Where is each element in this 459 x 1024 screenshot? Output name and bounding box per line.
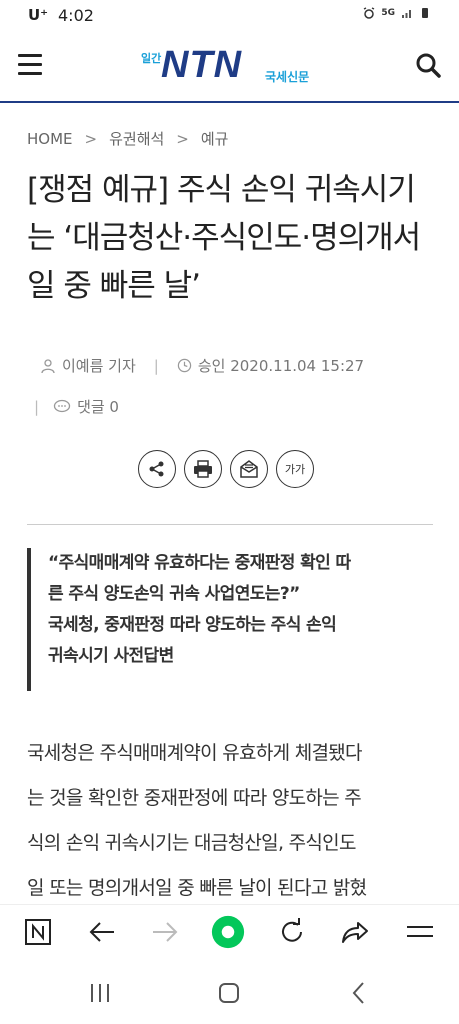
print-button[interactable]: [184, 450, 222, 488]
signal-icon: [402, 10, 411, 18]
alarm-icon: [364, 7, 375, 19]
summary-line: 국세청, 중재판정 따라 양도하는 주식 손익: [48, 615, 337, 635]
summary-line: 귀속시기 사전답변: [48, 646, 174, 666]
arrow-left-icon: [89, 922, 114, 942]
logo-ntn: NTN: [161, 44, 243, 86]
article-summary: “주식매매계약 유효하다는 중재판정 확인 따 른 주식 양도손익 귀속 사업연…: [27, 548, 429, 691]
body-line: 는 것을 확인한 중재판정에 따라 양도하는 주: [27, 787, 362, 809]
comment-meta: | 댓글 0: [34, 396, 119, 417]
font-size-button[interactable]: 가가: [276, 450, 314, 488]
site-logo[interactable]: 일간 NTN 국세신문: [141, 44, 321, 88]
article-title: [쟁점 예규] 주식 손익 귀속시기는 ‘대금청산·주식인도·명의개서일 중 빠…: [27, 172, 421, 304]
meta-divider: |: [34, 397, 40, 416]
share-button[interactable]: [138, 450, 176, 488]
recent-apps-icon: [91, 984, 109, 1002]
carrier-label: U⁺: [28, 6, 49, 24]
status-bar: U⁺ 4:02 5G: [0, 0, 459, 32]
comment-count[interactable]: 댓글 0: [77, 396, 119, 417]
approval-datetime: 승인 2020.11.04 15:27: [197, 357, 365, 375]
article-tools: 가가: [138, 450, 314, 488]
search-icon[interactable]: [415, 52, 441, 78]
summary-line: 른 주식 양도손익 귀속 사업연도는?”: [48, 584, 300, 604]
green-dot-button[interactable]: [211, 915, 245, 949]
logo-daily-label: 일간: [141, 52, 162, 65]
logo-subtitle: 국세신문: [265, 70, 310, 84]
status-icons: 5G: [363, 7, 431, 19]
meta-divider: |: [153, 356, 159, 375]
mail-icon: [240, 460, 258, 478]
comment-icon: [53, 399, 71, 412]
body-line: 식의 손익 귀속시기는 대금청산일, 주식인도: [27, 832, 356, 854]
clock: 4:02: [58, 6, 94, 25]
share-icon: [149, 461, 164, 477]
share-page-button[interactable]: [338, 915, 372, 949]
article-meta: 이예름 기자 | 승인 2020.11.04 15:27: [40, 355, 364, 376]
naver-n-icon: [25, 919, 51, 945]
author-name: 이예름 기자: [62, 357, 136, 375]
chevron-left-icon: [352, 982, 364, 1004]
content-divider: [27, 524, 433, 525]
home-square-icon: [219, 983, 239, 1003]
font-size-label: 가가: [284, 463, 306, 476]
naver-green-dot-icon: [211, 915, 245, 949]
article-body: 국세청은 주식매매계약이 유효하게 체결됐다 는 것을 확인한 중재판정에 따라…: [27, 731, 437, 911]
share-arrow-icon: [342, 922, 368, 943]
browser-toolbar: [0, 904, 459, 963]
more-menu-button[interactable]: [403, 915, 437, 949]
back-button[interactable]: [85, 915, 119, 949]
naver-home-button[interactable]: [21, 915, 55, 949]
breadcrumb: HOME > 유권해석 > 예규: [27, 128, 228, 149]
summary-line: “주식매매계약 유효하다는 중재판정 확인 따: [48, 553, 351, 573]
arrow-right-icon: [153, 922, 178, 942]
forward-button[interactable]: [148, 915, 182, 949]
body-line: 국세청은 주식매매계약이 유효하게 체결됐다: [27, 742, 363, 764]
email-button[interactable]: [230, 450, 268, 488]
clock-icon: [177, 358, 192, 373]
site-header: 일간 NTN 국세신문: [0, 32, 459, 103]
person-icon: [41, 358, 55, 373]
printer-icon: [194, 460, 212, 478]
menu-icon[interactable]: [18, 54, 42, 76]
breadcrumb-category[interactable]: 유권해석: [109, 128, 164, 149]
refresh-button[interactable]: [275, 915, 309, 949]
refresh-icon: [282, 918, 302, 942]
network-5g-icon: 5G: [381, 8, 395, 18]
breadcrumb-separator: >: [176, 129, 189, 148]
hamburger-icon: [407, 926, 433, 937]
system-back-button[interactable]: [344, 980, 374, 1006]
home-button[interactable]: [214, 980, 244, 1006]
system-navigation-bar: [0, 962, 459, 1024]
recent-apps-button[interactable]: [85, 980, 115, 1006]
breadcrumb-separator: >: [84, 129, 98, 148]
breadcrumb-home[interactable]: HOME: [27, 130, 73, 148]
battery-icon: [422, 8, 428, 18]
breadcrumb-subcategory[interactable]: 예규: [201, 128, 229, 149]
